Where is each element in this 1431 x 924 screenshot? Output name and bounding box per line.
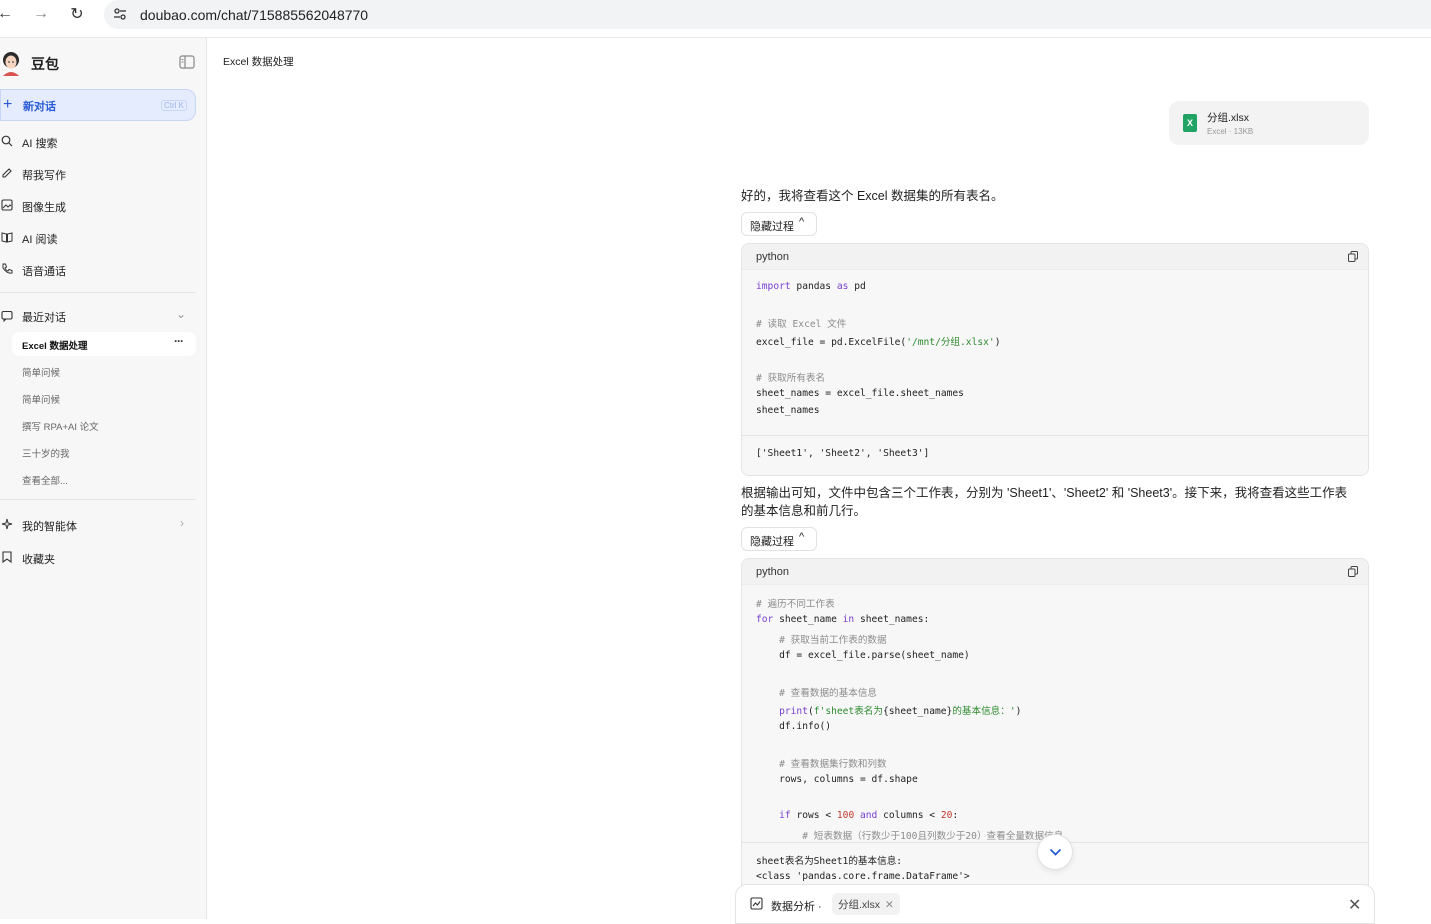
conversation-item[interactable]: 简单问候	[12, 386, 196, 410]
conversation-label: 简单问候	[22, 368, 61, 379]
attachment-card[interactable]: X 分组.xlsx Excel · 13KB	[1169, 101, 1369, 145]
my-agents-label: 我的智能体	[22, 521, 77, 533]
hide-process-button[interactable]: 隐藏过程 ^	[741, 527, 817, 551]
my-agents-item[interactable]: 我的智能体 ›	[0, 515, 196, 535]
back-icon: ←	[0, 5, 13, 22]
conversation-item[interactable]: 三十岁的我	[12, 440, 196, 464]
code-block: python import pandas as pd # 读取 Excel 文件…	[741, 243, 1369, 476]
sidebar-divider	[0, 499, 196, 500]
address-bar[interactable]: doubao.com/chat/715885562048770	[104, 0, 1431, 29]
assistant-message: 好的，我将查看这个 Excel 数据集的所有表名。	[741, 189, 1004, 203]
new-chat-button[interactable]: + 新对话 Ctrl K	[0, 89, 196, 121]
attachment-name: 分组.xlsx	[1207, 112, 1249, 124]
new-chat-label: 新对话	[23, 101, 56, 113]
message-line: 根据输出可知，文件中包含三个工作表，分别为 'Sheet1'、'Sheet2' …	[741, 486, 1348, 500]
chat-title: Excel 数据处理	[223, 56, 294, 68]
sparkle-icon	[1, 518, 13, 530]
mode-label: 数据分析 ·	[771, 901, 822, 913]
close-icon[interactable]: ✕	[885, 899, 894, 911]
code-language: python	[756, 251, 790, 263]
sidebar: 豆包 + 新对话 Ctrl K AI 搜索 帮我写作 图像生成 AI 阅读 语音…	[0, 38, 207, 919]
chevron-up-icon: ^	[799, 216, 805, 228]
shortcut-hint: Ctrl K	[161, 100, 187, 111]
assistant-message: 根据输出可知，文件中包含三个工作表，分别为 'Sheet1'、'Sheet2' …	[741, 484, 1347, 520]
back-button[interactable]: ←	[0, 3, 16, 25]
input-toolbar: 数据分析 · 分组.xlsx ✕ ✕	[735, 884, 1375, 924]
excel-file-icon: X	[1183, 114, 1197, 132]
site-settings-icon[interactable]	[113, 7, 127, 21]
code-header: python	[742, 559, 1368, 585]
scroll-to-bottom-button[interactable]	[1037, 834, 1073, 870]
chevron-right-icon: ›	[180, 516, 184, 530]
book-icon	[1, 232, 13, 243]
reload-button[interactable]: ↻	[66, 3, 88, 25]
code-output: ['Sheet1', 'Sheet2', 'Sheet3']	[742, 435, 1368, 475]
code-content: # 遍历不同工作表 for sheet_name in sheet_names:…	[756, 599, 1064, 842]
browser-toolbar: ← → ↻ doubao.com/chat/715885562048770	[0, 0, 1431, 29]
hide-process-button[interactable]: 隐藏过程 ^	[741, 212, 817, 236]
conversation-item[interactable]: 简单问候	[12, 359, 196, 383]
chat-main: Excel 数据处理 X 分组.xlsx Excel · 13KB 好的，我将查…	[208, 38, 1431, 924]
sidebar-divider	[0, 292, 196, 293]
reload-icon: ↻	[70, 6, 84, 23]
menu-ai-search[interactable]: AI 搜索	[0, 132, 200, 152]
copy-icon[interactable]	[1348, 566, 1358, 577]
data-analysis-icon	[750, 897, 763, 910]
view-all-label: 查看全部...	[22, 476, 68, 487]
sidebar-toggle-icon[interactable]	[179, 55, 195, 69]
phone-icon	[2, 263, 13, 274]
chat-bubble-icon	[1, 310, 13, 322]
chevron-down-icon	[1049, 848, 1062, 856]
conversation-label: 撰写 RPA+AI 论文	[22, 422, 99, 433]
conversation-label: 三十岁的我	[22, 449, 70, 460]
attachment-meta: Excel · 13KB	[1207, 127, 1254, 136]
chevron-down-icon: ⌄	[176, 307, 187, 321]
code-language: python	[756, 566, 790, 578]
menu-writing[interactable]: 帮我写作	[0, 164, 200, 184]
brand-row: 豆包	[0, 50, 207, 76]
menu-label: AI 阅读	[22, 234, 58, 246]
favorites-label: 收藏夹	[22, 554, 55, 566]
favorites-item[interactable]: 收藏夹	[0, 548, 200, 568]
brand-name: 豆包	[31, 56, 59, 72]
conversation-item[interactable]: 撰写 RPA+AI 论文	[12, 413, 196, 437]
ai-search-icon	[1, 135, 13, 147]
output-text: ['Sheet1', 'Sheet2', 'Sheet3']	[756, 448, 930, 459]
forward-button[interactable]: →	[30, 3, 52, 25]
menu-label: 帮我写作	[22, 170, 66, 182]
close-icon[interactable]: ✕	[1348, 895, 1361, 915]
recent-label: 最近对话	[22, 312, 66, 324]
menu-label: 图像生成	[22, 202, 66, 214]
attached-file-chip[interactable]: 分组.xlsx ✕	[832, 893, 900, 915]
pen-icon	[2, 168, 12, 178]
menu-voice-call[interactable]: 语音通话	[0, 260, 200, 280]
image-icon	[1, 199, 13, 211]
menu-label: AI 搜索	[22, 138, 58, 150]
url-text: doubao.com/chat/715885562048770	[140, 6, 369, 23]
bookmark-icon	[2, 551, 12, 563]
plus-icon: +	[3, 96, 13, 113]
hide-process-label: 隐藏过程	[750, 536, 794, 548]
menu-ai-read[interactable]: AI 阅读	[0, 228, 200, 248]
code-content: import pandas as pd # 读取 Excel 文件 excel_…	[756, 281, 1001, 416]
view-all-link[interactable]: 查看全部...	[12, 467, 196, 491]
recent-conversations-header[interactable]: 最近对话 ⌄	[0, 306, 196, 326]
conversation-label: 简单问候	[22, 395, 61, 406]
menu-image-gen[interactable]: 图像生成	[0, 196, 200, 216]
hide-process-label: 隐藏过程	[750, 221, 794, 233]
code-header: python	[742, 244, 1368, 270]
more-icon[interactable]: ···	[174, 334, 184, 348]
message-line: 的基本信息和前几行。	[741, 504, 867, 518]
output-text: <class 'pandas.core.frame.DataFrame'>	[756, 871, 970, 882]
menu-label: 语音通话	[22, 266, 66, 278]
chevron-up-icon: ^	[799, 531, 805, 543]
conversation-item-active[interactable]: Excel 数据处理 ···	[12, 332, 196, 356]
conversation-label: Excel 数据处理	[22, 341, 88, 352]
brand-avatar	[3, 52, 19, 76]
forward-icon: →	[33, 5, 49, 22]
chip-label: 分组.xlsx	[838, 899, 880, 911]
copy-icon[interactable]	[1348, 251, 1358, 262]
output-text: sheet表名为Sheet1的基本信息:	[756, 856, 903, 867]
